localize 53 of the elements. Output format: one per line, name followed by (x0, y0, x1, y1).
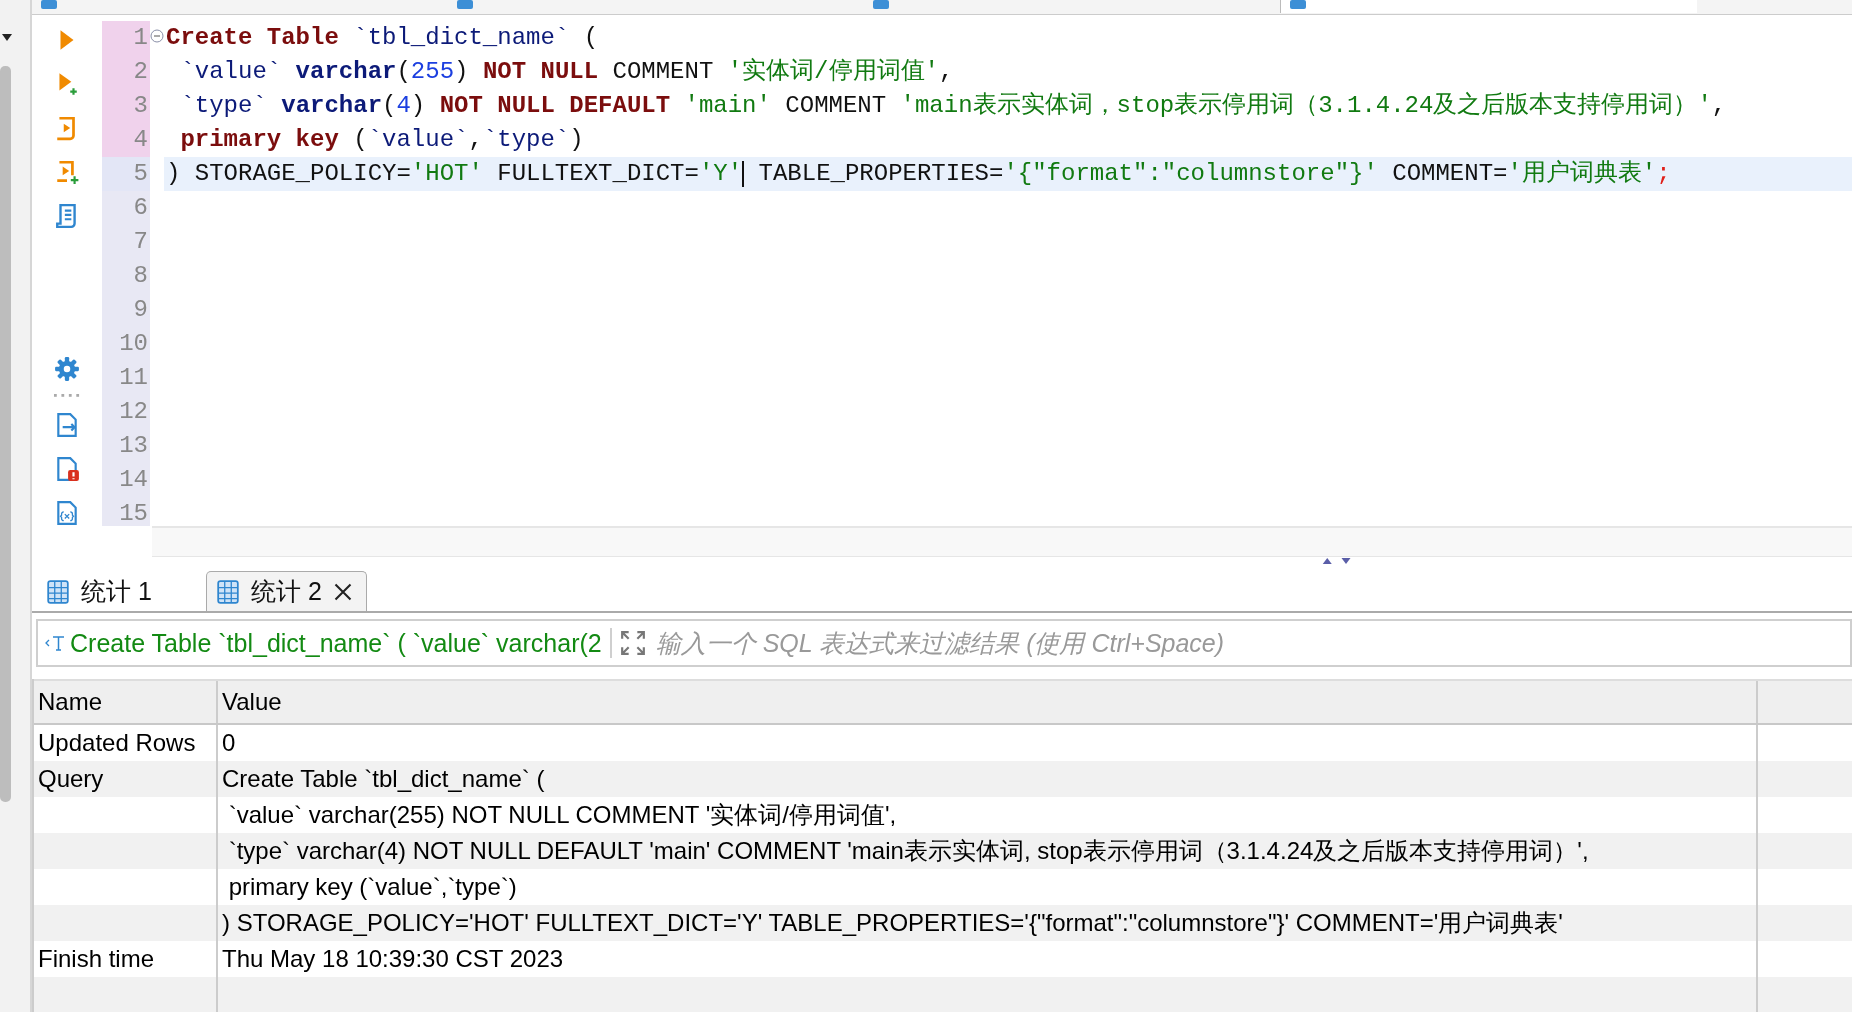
line-number: 10 (102, 327, 150, 361)
table-cell: Updated Rows (38, 729, 196, 757)
table-cell-text: primary key (`value`,`type`) (227, 873, 517, 901)
table-cell: Query (38, 765, 104, 793)
line-number: 7 (102, 225, 150, 259)
code-line: `type` varchar(4) NOT NULL DEFAULT 'main' COMMENT 'main表示实体词，stop表示停用词（3.1.4.24及之后版本支持停用词）', (179, 91, 1728, 121)
line-number: 9 (102, 293, 150, 327)
table-cell-text: `value` varchar(255) NOT NULL COMMENT '实体词/停用词值', (227, 800, 897, 830)
editor-tab[interactable] (1280, 0, 1697, 13)
query-text: Create Table `tbl_dict_name` ( `value` varchar(2 (66, 628, 612, 658)
table-cell: 0 (222, 729, 236, 757)
more-icon[interactable] (52, 394, 82, 398)
expand-icon[interactable] (619, 630, 646, 656)
script-icon (40, 0, 60, 10)
filter-field[interactable]: Create Table `tbl_dict_name` ( `value` varchar(2 输入一个 SQL 表达式来过滤结果 (使用 Ctrl+Space) (36, 619, 1852, 667)
line-number: 11 (102, 361, 150, 395)
filter-input[interactable]: 输入一个 SQL 表达式来过滤结果 (使用 Ctrl+Space) (653, 627, 1850, 659)
close-icon[interactable] (333, 582, 352, 601)
column-header[interactable]: Value (218, 681, 1758, 723)
table-cell: Create Table `tbl_dict_name` ( (222, 765, 545, 793)
text-format-icon[interactable] (44, 634, 66, 652)
code-line: primary key (`value`,`type`) (179, 125, 585, 155)
line-number: 1 (102, 21, 150, 55)
line-number: 13 (102, 429, 150, 463)
line-number: 2 (102, 55, 150, 89)
line-number: 15 (102, 497, 150, 526)
line-number: 14 (102, 463, 150, 497)
line-number: 3 (102, 89, 150, 123)
column-header[interactable]: Name (34, 681, 218, 723)
horizontal-scrollbar[interactable] (152, 526, 1852, 557)
grid-icon (217, 579, 239, 604)
scrollbar-thumb[interactable] (0, 66, 11, 802)
script-icon (456, 0, 476, 10)
script-icon (872, 0, 892, 10)
grid-icon (47, 579, 69, 604)
collapse-icon[interactable] (150, 29, 164, 43)
line-number: 12 (102, 395, 150, 429)
settings-icon[interactable] (53, 356, 81, 383)
result-tab[interactable]: 统计 1 (36, 571, 206, 611)
panel-toggle-icon[interactable] (1322, 557, 1352, 565)
line-number: 8 (102, 259, 150, 293)
line-number: 5 (102, 157, 150, 191)
table-cell-text: `type` varchar(4) NOT NULL DEFAULT 'main' COMMENT 'main表示实体词, stop表示停用词（3.1.4.24及之后版本支持停用词）', (227, 836, 1589, 866)
table-cell: Finish time (38, 945, 155, 973)
table-cell-text: ) STORAGE_POLICY='HOT' FULLTEXT_DICT='Y' TABLE_PROPERTIES='{"format":"columnstore"}' COMMENT='用户词典表' (222, 908, 1563, 938)
script-icon (1289, 0, 1309, 10)
line-number: 4 (102, 123, 150, 157)
table-cell: Thu May 18 10:39:30 CST 2023 (222, 945, 564, 973)
dropdown-caret-icon[interactable] (2, 34, 12, 42)
code-line: `value` varchar(255) NOT NULL COMMENT '实体词/停用词值', (179, 57, 955, 87)
code-line: Create Table `tbl_dict_name` ( (165, 23, 600, 53)
line-number: 6 (102, 191, 150, 225)
result-tab[interactable]: 统计 2 (206, 571, 367, 611)
